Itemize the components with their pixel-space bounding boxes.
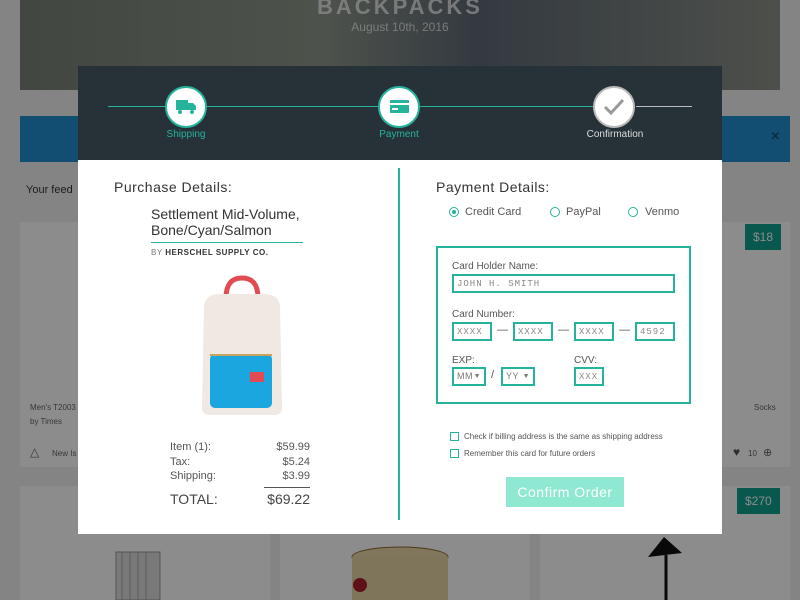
brand-by: BY (151, 248, 163, 257)
remember-card-checkbox[interactable] (450, 449, 459, 458)
exp-separator: / (491, 369, 495, 381)
radio-label-credit-card[interactable]: Credit Card (465, 206, 521, 218)
summary-value: $59.99 (276, 441, 310, 453)
step-confirmation[interactable] (593, 86, 635, 128)
summary-value: $3.99 (282, 470, 310, 482)
card-number-label: Card Number: (452, 309, 515, 320)
step-shipping[interactable] (165, 86, 207, 128)
chevron-down-icon: ▼ (473, 373, 481, 380)
card-holder-label: Card Holder Name: (452, 261, 539, 272)
dash-separator: — (497, 324, 508, 336)
card-holder-input[interactable]: JOHN H. SMITH (452, 274, 675, 293)
summary-row-item: Item (1): $59.99 (170, 441, 310, 453)
credit-card-icon (390, 100, 409, 113)
card-number-input-1[interactable]: XXXX (452, 322, 492, 341)
purchase-details-title: Purchase Details: (114, 179, 233, 195)
progress-line (108, 106, 378, 107)
radio-label-venmo[interactable]: Venmo (645, 206, 679, 218)
exp-year-value: YY (506, 371, 520, 381)
truck-icon (176, 100, 196, 114)
cvv-input[interactable]: XXX (574, 367, 604, 386)
dash-separator: — (558, 324, 569, 336)
step-label-shipping: Shipping (166, 129, 206, 140)
card-number-input-4[interactable]: 4592 (635, 322, 675, 341)
total-value: $69.22 (267, 491, 310, 507)
checkout-modal: Shipping Payment Confirmation Purchase D… (78, 66, 722, 534)
total-label: TOTAL: (170, 491, 218, 507)
radio-venmo[interactable] (628, 207, 638, 217)
summary-row-shipping: Shipping: $3.99 (170, 470, 310, 482)
summary-row-tax: Tax: $5.24 (170, 456, 310, 468)
radio-label-paypal[interactable]: PayPal (566, 206, 601, 218)
exp-month-value: MM (457, 371, 473, 381)
step-label-confirmation: Confirmation (586, 129, 644, 140)
summary-value: $5.24 (282, 456, 310, 468)
payment-details-title: Payment Details: (436, 179, 550, 195)
product-name: Settlement Mid-Volume, Bone/Cyan/Salmon (151, 206, 300, 238)
step-payment[interactable] (378, 86, 420, 128)
check-icon (603, 98, 625, 116)
cvv-label: CVV: (574, 355, 597, 366)
chevron-down-icon: ▼ (522, 373, 530, 380)
summary-total: TOTAL: $69.22 (170, 491, 310, 507)
card-number-input-3[interactable]: XXXX (574, 322, 614, 341)
column-divider (398, 168, 400, 520)
divider (151, 242, 303, 243)
card-form: Card Holder Name: JOHN H. SMITH Card Num… (436, 246, 691, 404)
progress-header: Shipping Payment Confirmation (78, 66, 722, 160)
radio-credit-card[interactable] (449, 207, 459, 217)
radio-paypal[interactable] (550, 207, 560, 217)
remember-card-label[interactable]: Remember this card for future orders (464, 449, 595, 458)
exp-label: EXP: (452, 355, 475, 366)
step-label-payment: Payment (379, 129, 419, 140)
summary-label: Item (1): (170, 441, 211, 453)
card-number-input-2[interactable]: XXXX (513, 322, 553, 341)
summary-label: Shipping: (170, 470, 216, 482)
exp-year-select[interactable]: YY ▼ (501, 367, 535, 386)
brand-name: HERSCHEL SUPPLY CO. (165, 248, 269, 257)
dash-separator: — (619, 324, 630, 336)
backpack-image (202, 275, 282, 415)
product-brand: BY HERSCHEL SUPPLY CO. (151, 248, 268, 257)
billing-same-checkbox[interactable] (450, 432, 459, 441)
progress-line (636, 106, 692, 107)
total-divider (264, 487, 310, 488)
confirm-order-button[interactable]: Confirm Order (506, 477, 624, 507)
exp-month-select[interactable]: MM ▼ (452, 367, 486, 386)
summary-label: Tax: (170, 456, 191, 468)
billing-same-label[interactable]: Check if billing address is the same as … (464, 432, 663, 441)
progress-line (420, 106, 594, 107)
